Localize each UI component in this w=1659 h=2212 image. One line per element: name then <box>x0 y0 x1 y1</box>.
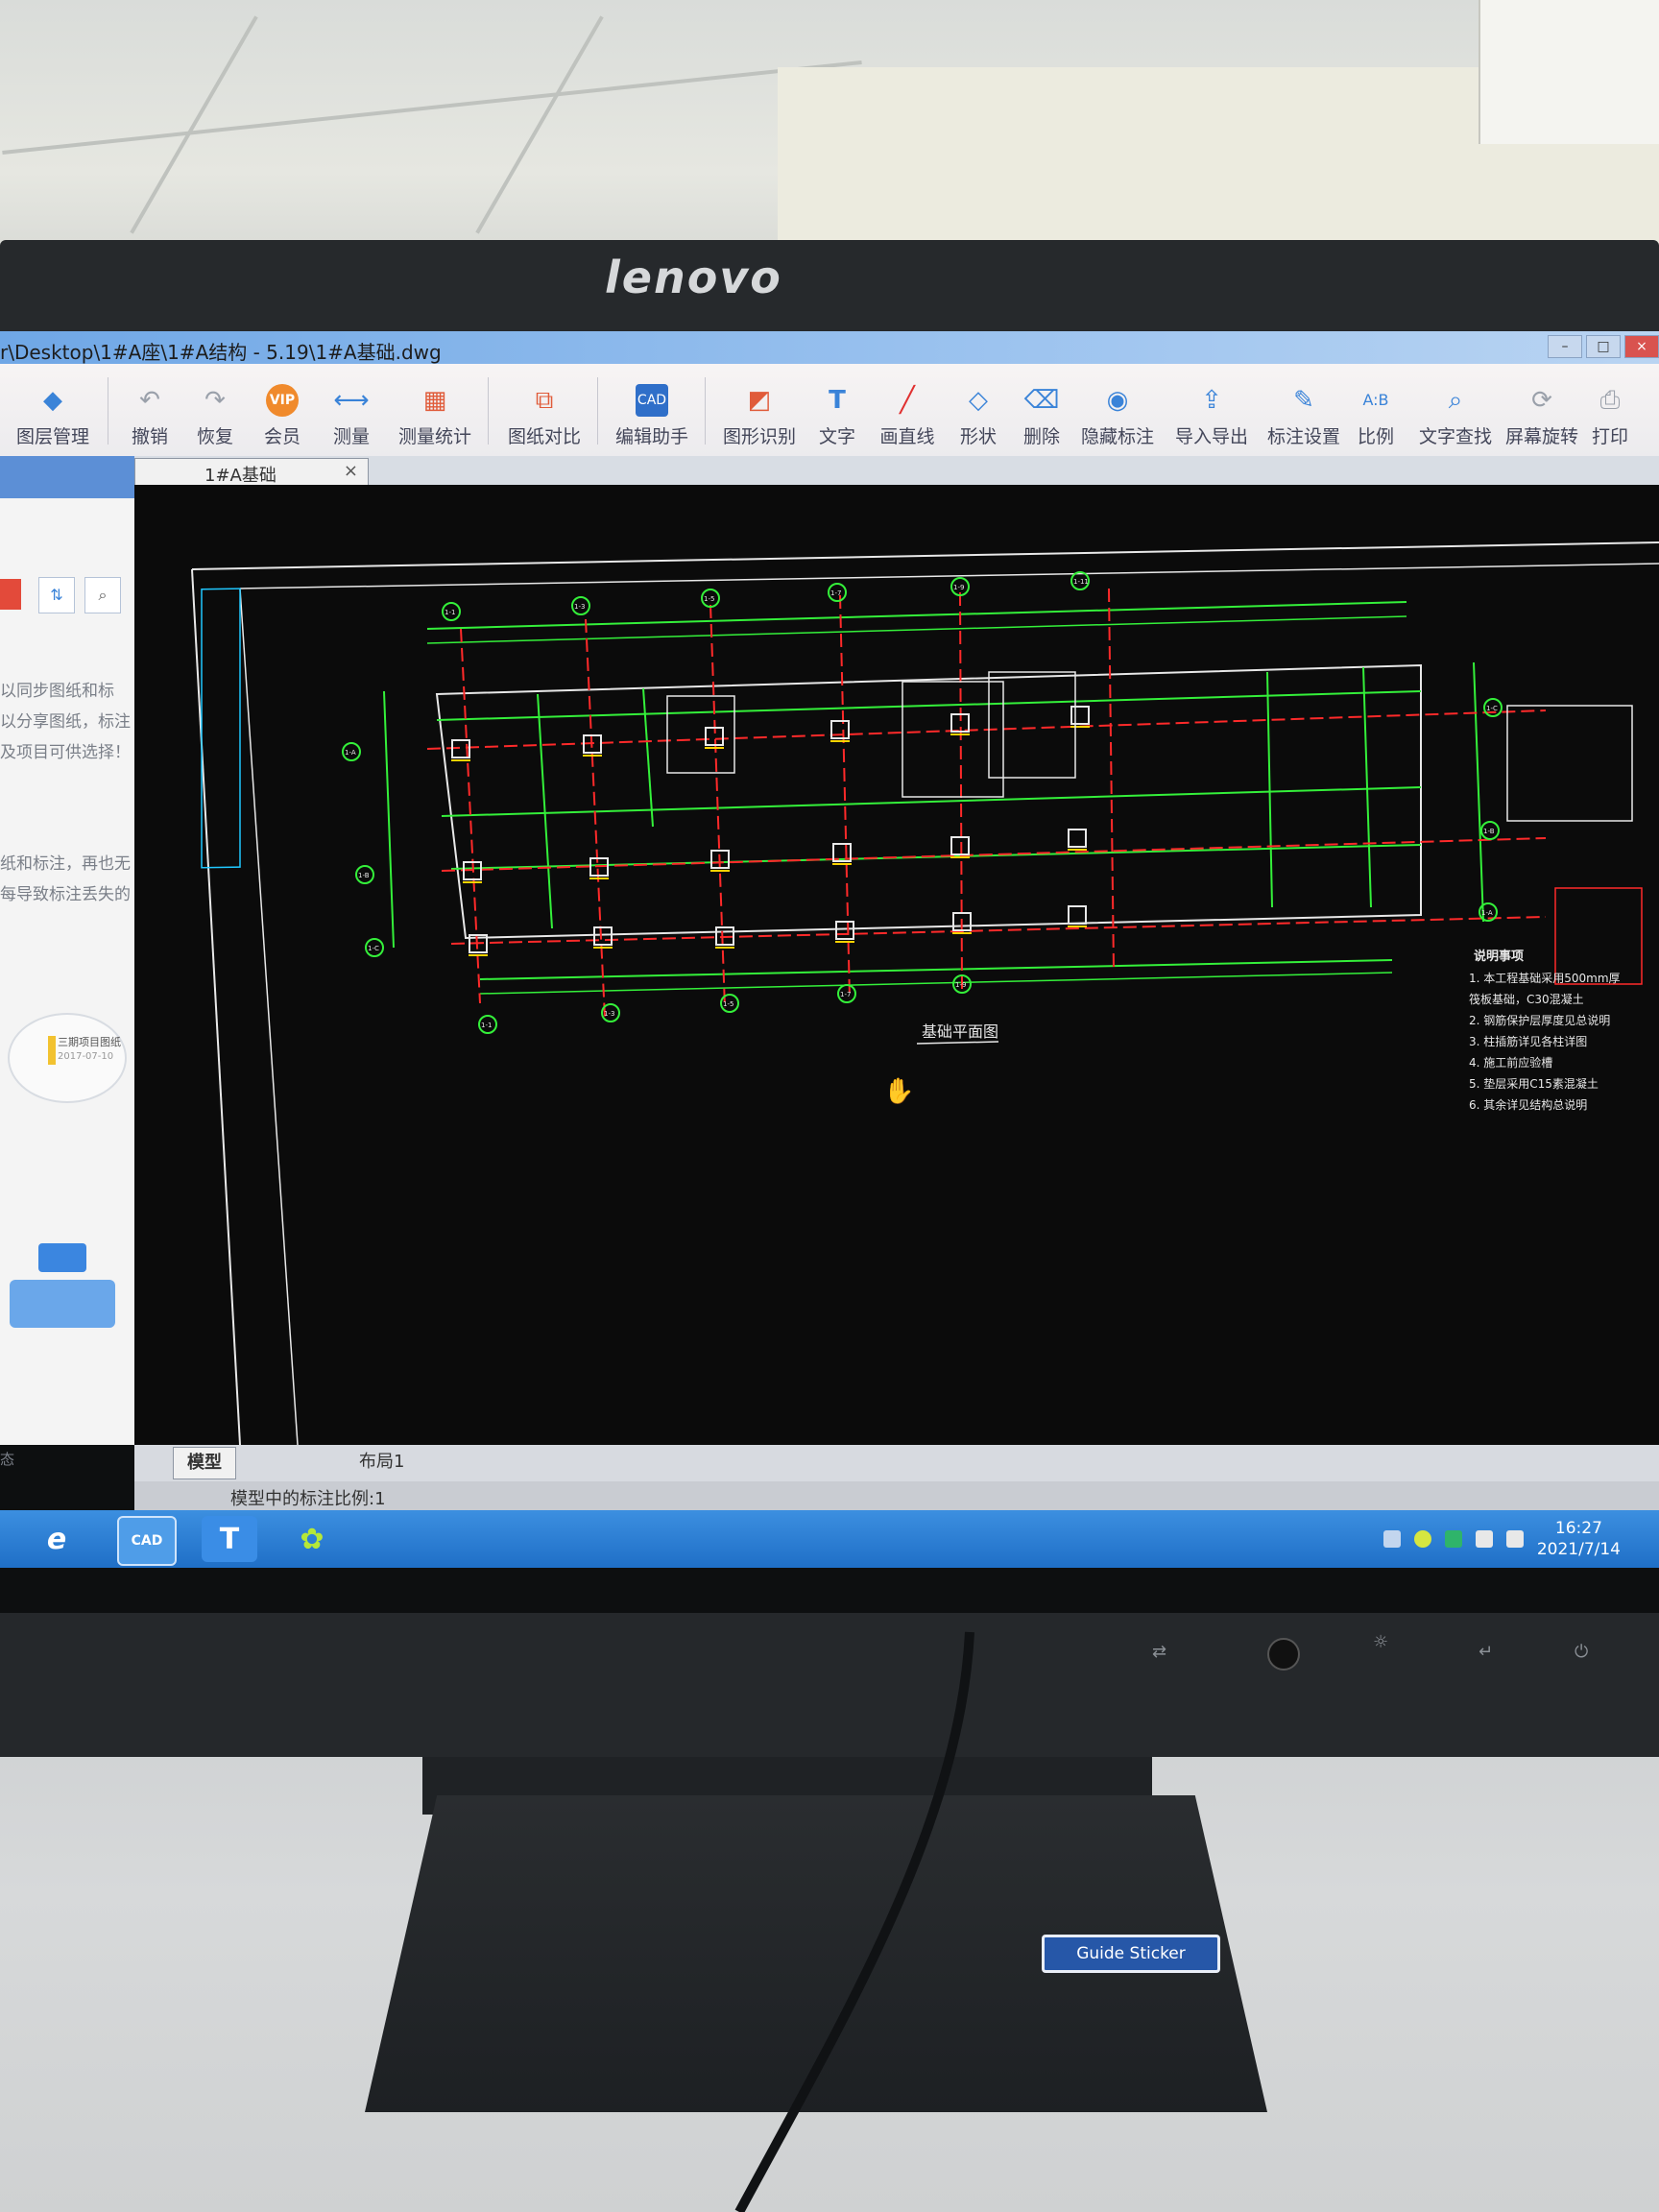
cable <box>734 1631 974 2212</box>
